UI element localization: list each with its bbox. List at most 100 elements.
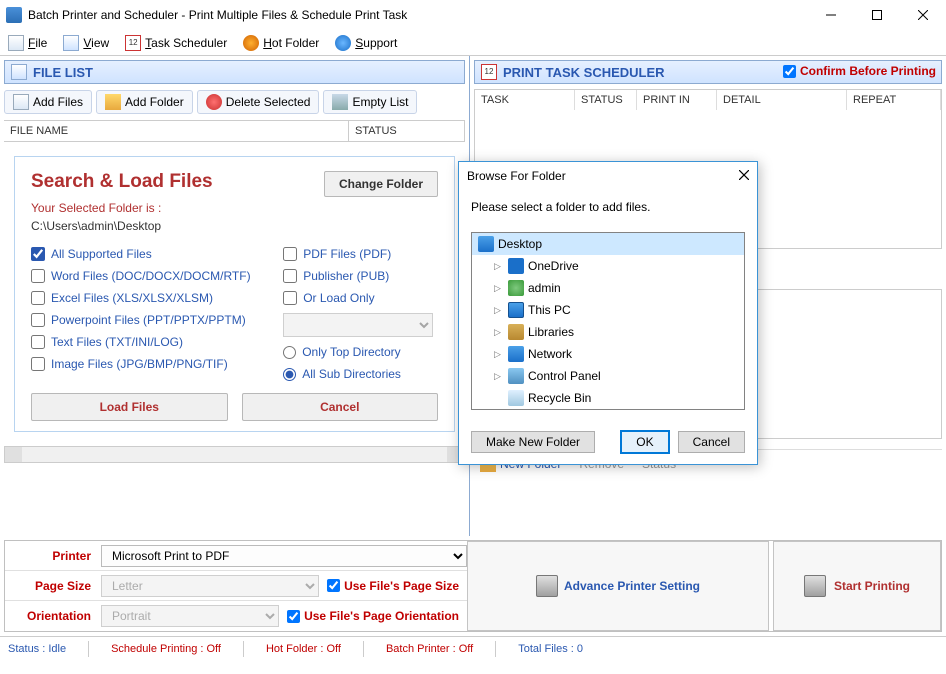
- status-bar: Status : Idle Schedule Printing : Off Ho…: [0, 636, 946, 660]
- tree-item-extra[interactable]: Extra: [472, 409, 744, 410]
- support-icon: [335, 35, 351, 51]
- tree-item-control-panel[interactable]: ▷Control Panel: [472, 365, 744, 387]
- dialog-close-button[interactable]: [739, 169, 749, 183]
- make-new-folder-button[interactable]: Make New Folder: [471, 431, 595, 453]
- col-status[interactable]: STATUS: [575, 90, 637, 110]
- desktop-icon: [478, 236, 494, 252]
- chk-pdf[interactable]: [283, 247, 297, 261]
- menu-task-scheduler[interactable]: Task Scheduler: [125, 35, 227, 51]
- title-bar: Batch Printer and Scheduler - Print Mult…: [0, 0, 946, 30]
- col-task[interactable]: TASK: [475, 90, 575, 110]
- menu-hot-folder[interactable]: Hot Folder: [243, 35, 319, 51]
- start-printing-button[interactable]: Start Printing: [773, 541, 941, 631]
- orientation-select[interactable]: Portrait: [101, 605, 279, 627]
- scheduler-title: PRINT TASK SCHEDULER: [503, 65, 665, 80]
- expand-icon[interactable]: ▷: [494, 349, 504, 360]
- onedrive-icon: [508, 258, 524, 274]
- page-size-label: Page Size: [5, 579, 101, 593]
- status-total: Total Files : 0: [518, 643, 583, 655]
- menu-bar: File View Task Scheduler Hot Folder Supp…: [0, 30, 946, 56]
- delete-icon: [206, 94, 222, 110]
- expand-icon[interactable]: ▷: [494, 261, 504, 272]
- radio-only-top[interactable]: [283, 346, 296, 359]
- empty-list-button[interactable]: Empty List: [323, 90, 417, 114]
- folder-tree[interactable]: Desktop ▷OneDrive ▷admin ▷This PC ▷Libra…: [471, 232, 745, 410]
- chk-image[interactable]: [31, 357, 45, 371]
- calendar-icon: [125, 35, 141, 51]
- minimize-button[interactable]: [808, 0, 854, 30]
- col-filename[interactable]: FILE NAME: [4, 121, 349, 141]
- col-status[interactable]: STATUS: [349, 121, 465, 141]
- expand-icon[interactable]: ▷: [494, 371, 504, 382]
- status-hotfolder: Hot Folder : Off: [266, 643, 341, 655]
- expand-icon[interactable]: ▷: [494, 327, 504, 338]
- menu-view[interactable]: View: [63, 35, 109, 51]
- page-size-select[interactable]: Letter: [101, 575, 319, 597]
- printer-label: Printer: [5, 549, 101, 563]
- tree-item-admin[interactable]: ▷admin: [472, 277, 744, 299]
- radio-all-sub[interactable]: [283, 368, 296, 381]
- printer-settings: Printer Microsoft Print to PDF Page Size…: [4, 540, 942, 632]
- expand-icon[interactable]: ▷: [494, 305, 504, 316]
- col-print-in[interactable]: PRINT IN: [637, 90, 717, 110]
- chk-excel[interactable]: [31, 291, 45, 305]
- file-icon: [8, 35, 24, 51]
- horizontal-scrollbar[interactable]: [4, 446, 465, 463]
- maximize-button[interactable]: [854, 0, 900, 30]
- menu-support[interactable]: Support: [335, 35, 397, 51]
- chk-text[interactable]: [31, 335, 45, 349]
- chk-confirm-before-printing[interactable]: [783, 65, 796, 78]
- change-folder-button[interactable]: Change Folder: [324, 171, 438, 197]
- chk-ppt[interactable]: [31, 313, 45, 327]
- chk-all-supported[interactable]: [31, 247, 45, 261]
- chk-or-load[interactable]: [283, 291, 297, 305]
- col-detail[interactable]: DETAIL: [717, 90, 847, 110]
- search-load-panel: Change Folder Search & Load Files Your S…: [14, 156, 455, 432]
- add-folder-icon: [105, 94, 121, 110]
- view-icon: [63, 35, 79, 51]
- add-files-icon: [13, 94, 29, 110]
- libraries-icon: [508, 324, 524, 340]
- file-list-toolbar: Add Files Add Folder Delete Selected Emp…: [4, 84, 465, 120]
- col-repeat[interactable]: REPEAT: [847, 90, 941, 110]
- printer-icon: [536, 575, 558, 597]
- calendar-icon: [481, 64, 497, 80]
- chk-word[interactable]: [31, 269, 45, 283]
- close-button[interactable]: [900, 0, 946, 30]
- cancel-button[interactable]: Cancel: [678, 431, 745, 453]
- tree-item-libraries[interactable]: ▷Libraries: [472, 321, 744, 343]
- selected-folder-label: Your Selected Folder is :: [31, 201, 438, 215]
- tree-item-recycle-bin[interactable]: Recycle Bin: [472, 387, 744, 409]
- confirm-label[interactable]: Confirm Before Printing: [800, 64, 936, 78]
- or-load-dropdown[interactable]: [283, 313, 433, 337]
- add-files-button[interactable]: Add Files: [4, 90, 92, 114]
- hot-folder-icon: [243, 35, 259, 51]
- printer-select[interactable]: Microsoft Print to PDF: [101, 545, 467, 567]
- recycle-bin-icon: [508, 390, 524, 406]
- load-files-button[interactable]: Load Files: [31, 393, 228, 421]
- advance-printer-setting-button[interactable]: Advance Printer Setting: [467, 541, 769, 631]
- tree-item-this-pc[interactable]: ▷This PC: [472, 299, 744, 321]
- add-folder-button[interactable]: Add Folder: [96, 90, 193, 114]
- tree-item-network[interactable]: ▷Network: [472, 343, 744, 365]
- tree-item-desktop[interactable]: Desktop: [472, 233, 744, 255]
- cancel-search-button[interactable]: Cancel: [242, 393, 439, 421]
- menu-file[interactable]: File: [8, 35, 47, 51]
- chk-pub[interactable]: [283, 269, 297, 283]
- delete-selected-button[interactable]: Delete Selected: [197, 90, 320, 114]
- tree-item-onedrive[interactable]: ▷OneDrive: [472, 255, 744, 277]
- chk-use-file-page-size[interactable]: [327, 579, 340, 592]
- orientation-label: Orientation: [5, 609, 101, 623]
- file-list-title: FILE LIST: [33, 65, 93, 80]
- user-icon: [508, 280, 524, 296]
- file-list-header: FILE LIST: [4, 60, 465, 84]
- dialog-prompt: Please select a folder to add files.: [471, 200, 745, 214]
- file-table-header: FILE NAME STATUS: [4, 120, 465, 142]
- expand-icon[interactable]: ▷: [494, 283, 504, 294]
- chk-use-file-orientation[interactable]: [287, 610, 300, 623]
- browse-for-folder-dialog: Browse For Folder Please select a folder…: [458, 161, 758, 465]
- dialog-title: Browse For Folder: [467, 169, 566, 183]
- file-list-panel: FILE LIST Add Files Add Folder Delete Se…: [0, 56, 470, 536]
- ok-button[interactable]: OK: [620, 430, 669, 454]
- status-batch: Batch Printer : Off: [386, 643, 473, 655]
